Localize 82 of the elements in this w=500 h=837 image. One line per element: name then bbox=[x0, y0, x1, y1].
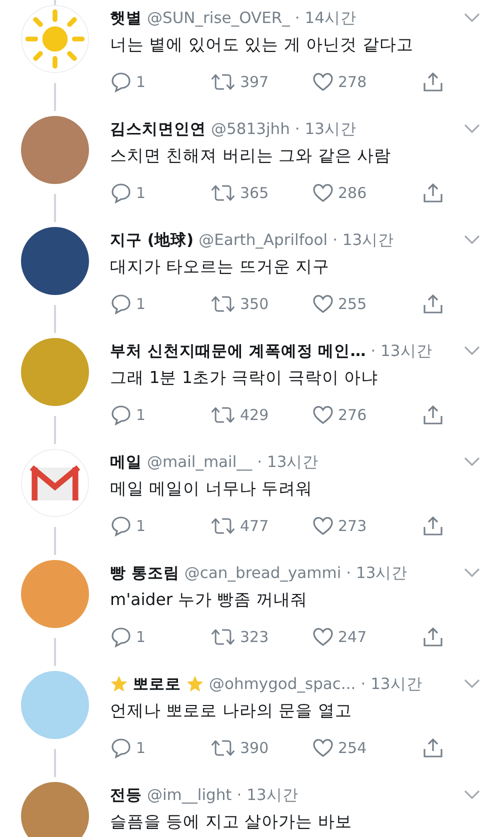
tweet-time: · 13시간 bbox=[370, 340, 432, 362]
reply-icon[interactable] bbox=[110, 182, 132, 204]
like-count: 247 bbox=[338, 628, 367, 646]
user-name[interactable]: 뽀로로 bbox=[133, 674, 181, 694]
user-name[interactable]: 햇별 bbox=[110, 8, 142, 28]
chevron-down-icon[interactable] bbox=[464, 346, 480, 356]
heart-icon[interactable] bbox=[312, 404, 334, 426]
tweet-time: · 13시간 bbox=[294, 118, 356, 140]
heart-icon[interactable] bbox=[312, 737, 334, 759]
tweet-time: · 13시간 bbox=[236, 784, 298, 806]
reply-count: 1 bbox=[136, 184, 146, 202]
like-count: 273 bbox=[338, 517, 367, 535]
reply-count: 1 bbox=[136, 739, 146, 757]
user-name[interactable]: 김스치면인연 bbox=[110, 118, 206, 140]
reply-count: 1 bbox=[136, 406, 146, 424]
tweet-text: 슬픔을 등에 지고 살아가는 바보 bbox=[110, 811, 353, 833]
retweet-count: 397 bbox=[240, 73, 269, 91]
share-icon[interactable] bbox=[422, 182, 444, 204]
heart-icon[interactable] bbox=[312, 626, 334, 648]
share-icon[interactable] bbox=[422, 737, 444, 759]
reply-icon[interactable] bbox=[110, 293, 132, 315]
user-handle[interactable]: @im__light bbox=[147, 786, 232, 804]
user-handle[interactable]: @Earth_Aprilfool bbox=[198, 231, 328, 249]
reply-count: 1 bbox=[136, 73, 146, 91]
user-name[interactable]: 부처 신천지때문에 계폭예정 메인… bbox=[110, 340, 366, 362]
reply-count: 1 bbox=[136, 295, 146, 313]
tweet-time: · 13시간 bbox=[257, 452, 319, 472]
share-icon[interactable] bbox=[422, 404, 444, 426]
user-handle[interactable]: @ohmygod_spac... bbox=[209, 675, 356, 693]
chevron-down-icon[interactable] bbox=[464, 568, 480, 578]
user-name[interactable]: 전등 bbox=[110, 784, 142, 806]
user-handle[interactable]: @mail_mail__ bbox=[147, 453, 252, 471]
like-count: 278 bbox=[338, 73, 367, 91]
tweet-text: 너는 볕에 있어도 있는 게 아닌것 같다고 bbox=[110, 34, 414, 56]
user-name[interactable]: 빵 통조림 bbox=[110, 562, 180, 584]
share-icon[interactable] bbox=[422, 626, 444, 648]
heart-icon[interactable] bbox=[312, 293, 334, 315]
chevron-down-icon[interactable] bbox=[464, 457, 480, 467]
tweet-time: · 13시간 bbox=[332, 230, 394, 250]
like-count: 254 bbox=[338, 739, 367, 757]
user-handle[interactable]: @SUN_rise_OVER_ bbox=[147, 9, 290, 27]
chevron-down-icon[interactable] bbox=[464, 679, 480, 689]
chevron-down-icon[interactable] bbox=[464, 124, 480, 134]
like-count: 255 bbox=[338, 295, 367, 313]
tweet-text: 대지가 타오르는 뜨거운 지구 bbox=[110, 256, 331, 278]
retweet-count: 323 bbox=[240, 628, 269, 646]
chevron-down-icon[interactable] bbox=[464, 790, 480, 800]
tweet-text: 스치면 친해져 버리는 그와 같은 사람 bbox=[110, 145, 392, 167]
heart-icon[interactable] bbox=[312, 182, 334, 204]
user-handle[interactable]: @can_bread_yammi bbox=[184, 564, 342, 582]
reply-icon[interactable] bbox=[110, 404, 132, 426]
reply-icon[interactable] bbox=[110, 737, 132, 759]
heart-icon[interactable] bbox=[312, 71, 334, 93]
like-count: 286 bbox=[338, 184, 367, 202]
tweet-time: · 13시간 bbox=[360, 674, 422, 694]
share-icon[interactable] bbox=[422, 293, 444, 315]
user-name[interactable]: 메일 bbox=[110, 452, 142, 472]
reply-icon[interactable] bbox=[110, 515, 132, 537]
reply-count: 1 bbox=[136, 628, 146, 646]
share-icon[interactable] bbox=[422, 515, 444, 537]
user-handle[interactable]: @5813jhh bbox=[211, 120, 290, 138]
reply-icon[interactable] bbox=[110, 626, 132, 648]
retweet-count: 365 bbox=[240, 184, 269, 202]
retweet-count: 429 bbox=[240, 406, 269, 424]
tweet-text: 그래 1분 1초가 극락이 극락이 아냐 bbox=[110, 367, 380, 389]
reply-count: 1 bbox=[136, 517, 146, 535]
tweet-time: · 13시간 bbox=[346, 562, 408, 584]
tweet-text: 메일 메일이 너무나 두려워 bbox=[110, 478, 314, 500]
chevron-down-icon[interactable] bbox=[464, 13, 480, 23]
retweet-count: 390 bbox=[240, 739, 269, 757]
share-icon[interactable] bbox=[422, 71, 444, 93]
reply-icon[interactable] bbox=[110, 71, 132, 93]
retweet-count: 350 bbox=[240, 295, 269, 313]
heart-icon[interactable] bbox=[312, 515, 334, 537]
tweet-text: m'aider 누가 빵좀 꺼내줘 bbox=[110, 589, 308, 611]
tweet-time: · 14시간 bbox=[294, 8, 356, 28]
user-name[interactable]: 지구 (地球) bbox=[110, 230, 194, 250]
tweet-text: 언제나 뽀로로 나라의 문을 열고 bbox=[110, 700, 353, 722]
chevron-down-icon[interactable] bbox=[464, 235, 480, 245]
retweet-count: 477 bbox=[240, 517, 269, 535]
star-icon bbox=[186, 675, 204, 693]
like-count: 276 bbox=[338, 406, 367, 424]
